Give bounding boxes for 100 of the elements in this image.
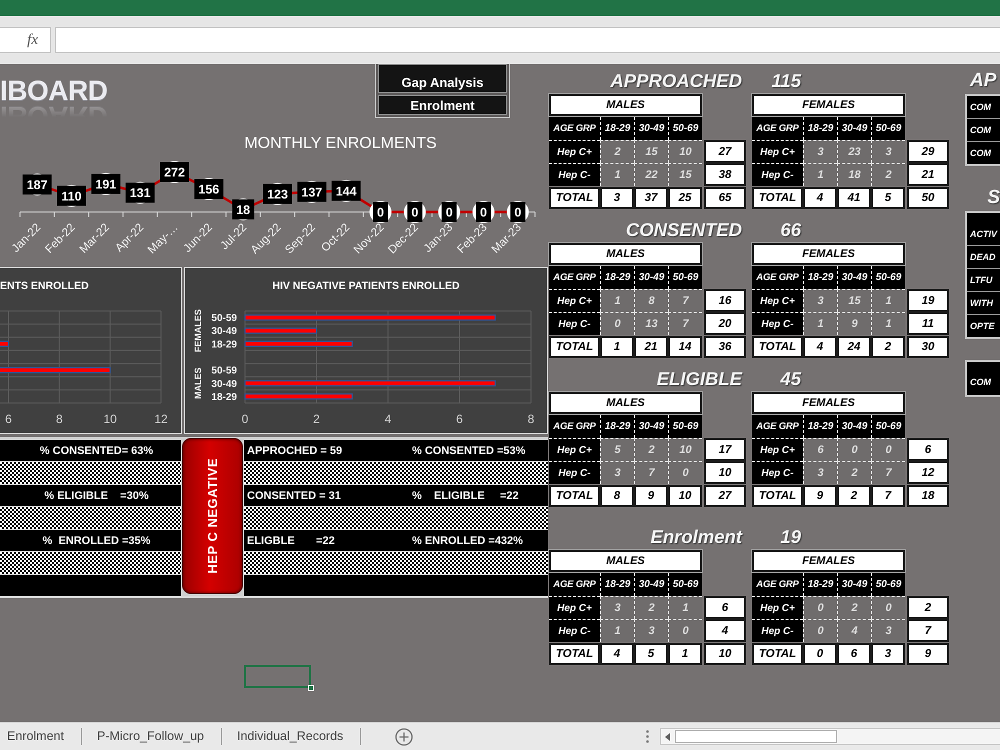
table-cell: COM	[967, 362, 1000, 395]
total-cell: 20	[704, 312, 746, 335]
data-label: 18	[236, 202, 250, 217]
row-header: TOTAL	[549, 336, 600, 358]
section-title: S	[987, 186, 1000, 210]
table-cell: 13	[634, 312, 668, 335]
total-cell: 19	[907, 289, 949, 312]
column-header: 50-69	[668, 266, 702, 289]
axis-label: 18-29	[211, 392, 237, 403]
row-header: Hep C-	[549, 461, 600, 484]
axis-label: 6	[456, 412, 463, 426]
table-header: MALES	[549, 392, 702, 414]
table-cell: LTFU	[967, 269, 1000, 291]
column-header: 30-49	[837, 266, 871, 289]
data-label: 110	[57, 186, 86, 206]
data-label: 123	[263, 184, 292, 204]
chart-title: ENTS ENROLLED	[0, 280, 89, 292]
table-header: FEMALES	[752, 392, 905, 414]
table-cell: 5	[871, 187, 905, 209]
data-label: 144	[332, 180, 361, 201]
table-cell: 3	[871, 140, 905, 163]
data-label: 191	[95, 177, 116, 192]
fill-handle[interactable]	[308, 685, 314, 691]
table-cell: 2	[837, 485, 871, 507]
table-cell: 24	[837, 336, 871, 358]
table-cell: 25	[668, 187, 702, 209]
table-cell: 14	[668, 336, 702, 358]
data-label: 0	[377, 206, 384, 220]
sheet-tab[interactable]: Enrolment	[0, 728, 82, 745]
column-header: AGE GRP	[752, 415, 803, 438]
sheet-tab[interactable]: P-Micro_Follow_up	[82, 728, 222, 745]
row-header: Hep C+	[752, 140, 803, 163]
row-header: Hep C+	[549, 289, 600, 312]
horizontal-scrollbar[interactable]	[660, 728, 1000, 745]
axis-label: 50-59	[211, 313, 237, 324]
column-header: 30-49	[634, 415, 668, 438]
table-cell: 7	[668, 312, 702, 335]
section-count: 115	[772, 70, 801, 92]
column-header: AGE GRP	[549, 415, 600, 438]
left-arrow-icon[interactable]	[665, 732, 670, 740]
column-header: 30-49	[837, 117, 871, 140]
data-label: 156	[198, 182, 220, 197]
column-header: 50-69	[871, 117, 905, 140]
table-cell: 2	[634, 438, 668, 461]
nav-button[interactable]: Enrolment	[378, 95, 507, 115]
table-cell: 37	[634, 187, 668, 209]
column-header: AGE GRP	[752, 117, 803, 140]
axis-label: 8	[528, 412, 534, 426]
row-header: Hep C-	[549, 163, 600, 186]
table-cell: COM	[967, 142, 1000, 164]
axis-label: 4	[384, 412, 392, 426]
section-count: 66	[780, 219, 801, 241]
column-header: 18-29	[600, 415, 634, 438]
total-cell: 6	[907, 438, 949, 461]
row-header: Hep C-	[549, 312, 600, 335]
column-header: 50-69	[871, 415, 905, 438]
column-header: 30-49	[634, 266, 668, 289]
column-header: AGE GRP	[549, 117, 600, 140]
data-label: 137	[297, 182, 326, 202]
section-title: CONSENTED	[626, 219, 742, 241]
total-cell: 10	[704, 461, 746, 484]
table-cell: 9	[634, 485, 668, 507]
function-button[interactable]: fx	[26, 31, 39, 49]
formula-input[interactable]	[55, 27, 1000, 53]
data-label: 0	[407, 202, 422, 222]
add-sheet-icon[interactable]	[395, 728, 414, 746]
data-label: 187	[26, 178, 48, 192]
axis-label: 30-49	[211, 326, 237, 338]
column-header: 30-49	[634, 117, 668, 140]
dashboard-title: IBOARD	[0, 77, 108, 105]
nav-button[interactable]: Gap Analysis	[378, 64, 507, 93]
table-header: MALES	[549, 94, 702, 116]
table-cell: 23	[837, 140, 871, 163]
column-header: 50-69	[668, 117, 702, 140]
table-cell: 4	[803, 336, 837, 358]
axis-label: 10	[103, 412, 117, 426]
table-cell: 2	[871, 163, 905, 186]
scroll-thumb[interactable]	[675, 730, 837, 743]
column-header: 50-69	[871, 266, 905, 289]
sheet-tab[interactable]: Individual_Records	[222, 728, 362, 745]
table-cell: 3	[600, 187, 634, 209]
chart-title: HIV NEGATIVE PATIENTS ENROLLED	[272, 280, 460, 292]
table-cell: 21	[634, 336, 668, 358]
table-cell: OPTE	[967, 315, 1000, 337]
table-cell: 10	[668, 140, 702, 163]
table-cell: COM	[967, 119, 1000, 141]
table-cell: 9	[837, 312, 871, 335]
total-cell: 17	[704, 438, 746, 461]
data-label: 187	[22, 174, 52, 194]
table-cell: 3	[803, 140, 837, 163]
selected-cell[interactable]	[244, 665, 311, 688]
table-cell: 3	[803, 461, 837, 484]
table-cell: 2	[871, 336, 905, 358]
vertical-dots-icon[interactable]	[646, 730, 649, 743]
table-cell: 1	[803, 312, 837, 335]
table-cell: 1	[600, 336, 634, 358]
data-label: 0	[476, 202, 491, 222]
stat-text: % ELIGIBLE =22	[412, 490, 519, 502]
table-cell: 1	[600, 289, 634, 312]
row-header: Hep C-	[752, 461, 803, 484]
